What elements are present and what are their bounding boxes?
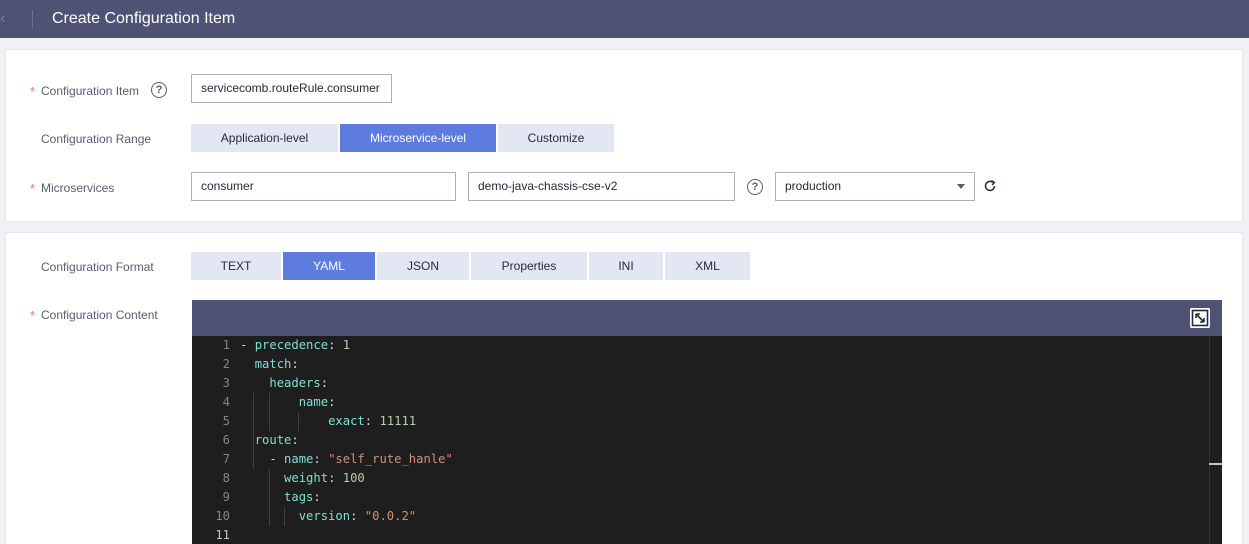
- line-text: tags:: [284, 490, 321, 504]
- config-item-input[interactable]: servicecomb.routeRule.consumer: [191, 74, 392, 103]
- line-text: version: "0.0.2": [298, 509, 417, 523]
- chevron-left-icon[interactable]: ‹: [0, 8, 14, 30]
- format-option-json[interactable]: JSON: [377, 252, 469, 280]
- line-text: - name: "self_rute_hanle": [240, 452, 453, 466]
- editor-scrollbar[interactable]: [1209, 336, 1210, 544]
- required-mark: *: [30, 308, 36, 323]
- line-number: 8: [222, 471, 230, 485]
- environment-value: production: [785, 179, 842, 193]
- page-header: ‹ Create Configuration Item: [0, 0, 1249, 38]
- code-line[interactable]: 4 name:: [192, 393, 1222, 412]
- range-option-microservice[interactable]: Microservice-level: [340, 124, 496, 152]
- format-option-xml[interactable]: XML: [665, 252, 750, 280]
- config-item-label: * Configuration Item: [30, 84, 140, 99]
- code-line[interactable]: 2 match:: [192, 355, 1222, 374]
- format-option-yaml[interactable]: YAML: [283, 252, 375, 280]
- environment-select[interactable]: production: [775, 172, 975, 201]
- config-range-selector: Application-level Microservice-level Cus…: [191, 124, 616, 152]
- format-option-ini[interactable]: INI: [589, 252, 663, 280]
- line-text: weight: 100: [284, 471, 365, 485]
- code-line[interactable]: 11: [192, 526, 1222, 544]
- code-line[interactable]: 8 weight: 100: [192, 469, 1222, 488]
- code-line[interactable]: 3 headers:: [192, 374, 1222, 393]
- scrollbar-cursor-marker: [1209, 463, 1222, 465]
- code-lines: 1- precedence: 12 match: 3 headers: 4 name…: [192, 336, 1222, 544]
- question-circle-icon[interactable]: ?: [151, 82, 167, 98]
- line-number: 2: [222, 357, 230, 371]
- range-option-application[interactable]: Application-level: [191, 124, 338, 152]
- line-text: exact: 11111: [328, 414, 417, 428]
- code-line[interactable]: 7 - name: "self_rute_hanle": [192, 450, 1222, 469]
- microservices-label: * Microservices: [30, 181, 115, 196]
- code-line[interactable]: 6 route:: [192, 431, 1222, 450]
- format-option-properties[interactable]: Properties: [471, 252, 587, 280]
- expand-icon[interactable]: [1190, 308, 1210, 328]
- line-text: headers:: [269, 376, 329, 390]
- line-text: match:: [254, 357, 299, 371]
- question-circle-icon[interactable]: ?: [747, 179, 763, 195]
- line-number: 11: [215, 528, 230, 542]
- editor-toolbar: [192, 300, 1222, 336]
- required-mark: *: [30, 84, 36, 99]
- config-content-label: * Configuration Content: [30, 308, 158, 323]
- line-number: 3: [222, 376, 230, 390]
- config-range-label: Configuration Range: [41, 132, 152, 146]
- required-mark: *: [30, 181, 36, 196]
- line-text: name:: [298, 395, 336, 409]
- config-format-selector: TEXT YAML JSON Properties INI XML: [191, 252, 752, 280]
- application-name-input[interactable]: demo-java-chassis-cse-v2: [468, 172, 735, 201]
- header-divider: [32, 10, 33, 28]
- code-line[interactable]: 5 exact: 11111: [192, 412, 1222, 431]
- config-format-label: Configuration Format: [41, 260, 154, 274]
- page-title: Create Configuration Item: [52, 10, 236, 27]
- code-line[interactable]: 1 - precedence: 1: [192, 336, 1222, 355]
- range-option-customize[interactable]: Customize: [498, 124, 614, 152]
- code-line[interactable]: 10 version: "0.0.2": [192, 507, 1222, 526]
- refresh-icon[interactable]: [983, 179, 997, 193]
- caret-down-icon: [957, 184, 965, 189]
- microservice-name-input[interactable]: consumer: [191, 172, 456, 201]
- code-editor[interactable]: 1- precedence: 12 match: 3 headers: 4 name…: [192, 300, 1222, 544]
- basic-info-panel: * Configuration Item ? servicecomb.route…: [5, 49, 1243, 222]
- line-number: 6: [222, 433, 230, 447]
- line-number: 9: [222, 490, 230, 504]
- code-line[interactable]: 9 tags:: [192, 488, 1222, 507]
- line-text: - precedence: 1: [240, 338, 351, 352]
- line-number: 10: [215, 509, 230, 523]
- format-option-text[interactable]: TEXT: [191, 252, 281, 280]
- line-number: 1: [222, 338, 230, 352]
- line-number: 4: [222, 395, 230, 409]
- content-panel: Configuration Format TEXT YAML JSON Prop…: [5, 232, 1243, 544]
- line-number: 7: [222, 452, 230, 466]
- line-number: 5: [222, 414, 230, 428]
- line-text: route:: [254, 433, 299, 447]
